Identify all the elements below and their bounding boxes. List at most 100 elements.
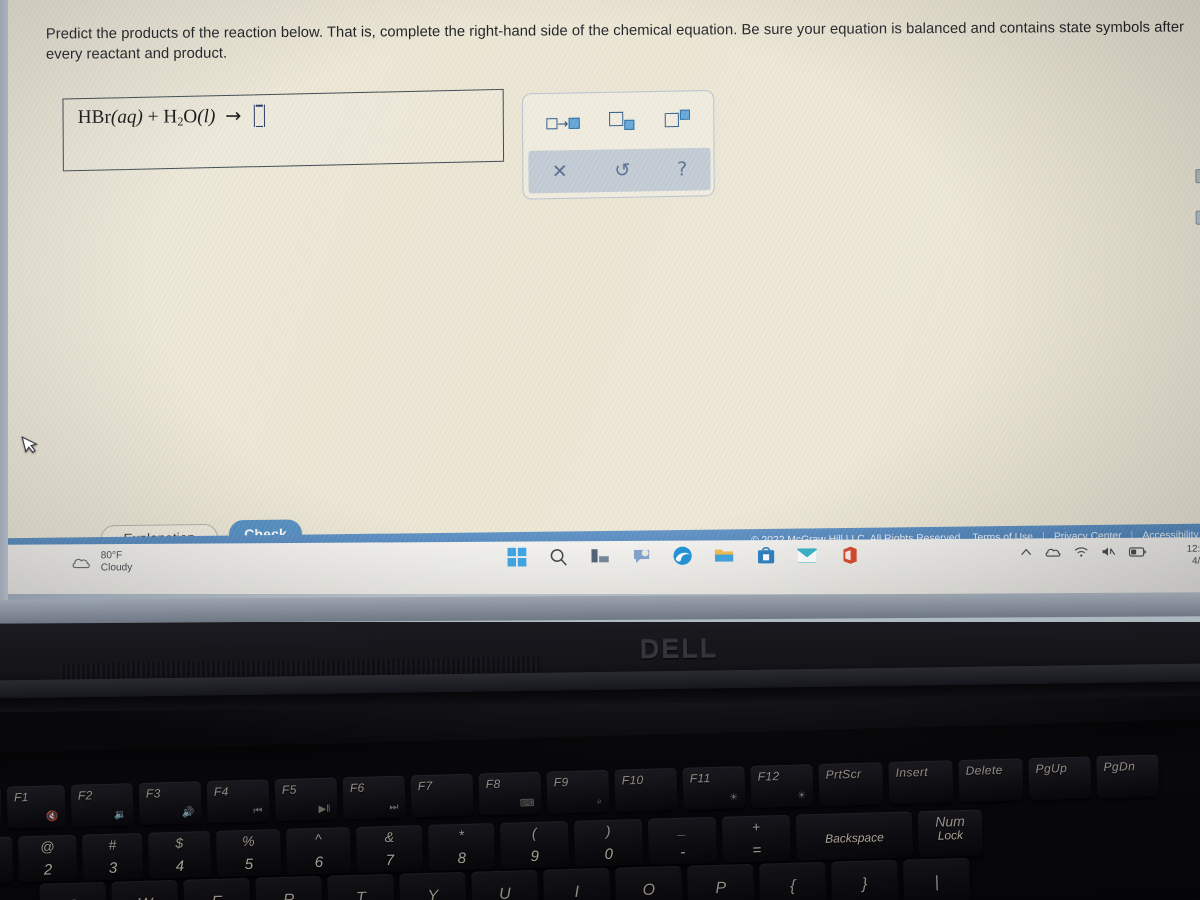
- key-primary-label: O: [642, 881, 656, 899]
- windows-taskbar[interactable]: 80°F Cloudy 12:44 4/12: [4, 537, 1200, 594]
- key-f12[interactable]: F12 ☀: [750, 764, 814, 808]
- key-5[interactable]: % 5: [215, 829, 282, 877]
- equation-answer-box[interactable]: HBr(aq) + H2O(l) →: [62, 88, 505, 172]
- key-=[interactable]: + =: [721, 814, 792, 863]
- key-i[interactable]: I: [543, 867, 611, 900]
- key-o[interactable]: O: [615, 865, 683, 900]
- key-y[interactable]: Y: [399, 871, 467, 900]
- key-primary-label: 8: [457, 849, 467, 868]
- key-e[interactable]: E: [183, 877, 251, 900]
- search-icon[interactable]: [547, 545, 569, 567]
- key-f8[interactable]: F8 ⌨: [478, 771, 542, 816]
- key-f5[interactable]: F5 ▶‖: [274, 777, 338, 822]
- key-f7[interactable]: F7: [410, 773, 474, 818]
- bezel-bottom-edge: [0, 592, 1200, 624]
- key-f9[interactable]: F9 ⌕: [546, 769, 610, 814]
- key-2[interactable]: @2: [18, 834, 78, 883]
- key-label: F12: [757, 769, 780, 784]
- key-t[interactable]: T: [327, 873, 395, 900]
- key-f2[interactable]: F2 🔉: [70, 783, 134, 827]
- clear-button[interactable]: ✕: [552, 160, 568, 183]
- key-7[interactable]: & 7: [355, 825, 424, 873]
- floating-overlay-icon-bottom[interactable]: [1195, 210, 1200, 225]
- key-shift-label: $: [175, 834, 184, 851]
- key-primary-label: E: [211, 894, 222, 900]
- weather-widget[interactable]: 80°F Cloudy: [71, 550, 132, 575]
- key-|[interactable]: |: [903, 857, 971, 900]
- key-1[interactable]: !1: [0, 836, 14, 884]
- key-{[interactable]: {: [759, 861, 827, 900]
- state-symbol-tool[interactable]: →: [546, 112, 580, 132]
- task-view-icon[interactable]: [588, 545, 610, 567]
- key-f4[interactable]: F4 ⏮: [206, 779, 270, 824]
- key-esc[interactable]: Esc: [0, 786, 2, 831]
- key-pgdn[interactable]: PgDn: [1096, 754, 1160, 799]
- screen-content: Predict the products of the reaction bel…: [4, 0, 1200, 594]
- key-shift-label: (: [531, 824, 537, 842]
- taskbar-app-icons[interactable]: [505, 544, 859, 568]
- key-label: F4: [213, 784, 229, 799]
- undo-button[interactable]: ↺: [614, 159, 630, 182]
- subscript-tool[interactable]: [609, 111, 635, 131]
- mail-icon[interactable]: [796, 544, 818, 566]
- taskbar-clock[interactable]: 12:44 4/12: [1187, 543, 1200, 567]
- key-f1[interactable]: F1 🔇: [6, 785, 66, 829]
- key-shift-label: %: [241, 832, 255, 850]
- key-f11[interactable]: F11 ☀: [682, 766, 746, 810]
- key-function-icon: ⏮: [253, 805, 263, 817]
- key-9[interactable]: (9: [499, 821, 570, 869]
- equation-tool-palette[interactable]: → ✕ ↺ ?: [521, 89, 715, 200]
- start-button[interactable]: [505, 546, 527, 568]
- key-pgup[interactable]: PgUp: [1028, 756, 1092, 801]
- weather-text: 80°F Cloudy: [101, 550, 133, 574]
- onedrive-icon[interactable]: [1045, 546, 1061, 560]
- key-q[interactable]: Q: [39, 881, 107, 900]
- key-delete[interactable]: Delete: [958, 758, 1024, 803]
- key-f3[interactable]: F3 🔊: [138, 781, 202, 825]
- key--[interactable]: _ -: [647, 816, 718, 865]
- key-0[interactable]: ) 0: [573, 818, 644, 867]
- key-lock[interactable]: Num Lock: [917, 809, 983, 858]
- key-u[interactable]: U: [471, 869, 539, 900]
- help-button[interactable]: ?: [677, 158, 687, 180]
- battery-icon[interactable]: [1128, 546, 1146, 559]
- volume-icon[interactable]: [1102, 546, 1116, 560]
- key-primary-label: Backspace: [824, 830, 884, 846]
- file-explorer-icon[interactable]: [713, 544, 735, 566]
- key-function-icon: 🔉: [113, 809, 127, 821]
- superscript-tool[interactable]: [664, 109, 691, 131]
- reactant-1: HBr: [77, 106, 111, 129]
- key-function-icon: ▶‖: [318, 803, 331, 815]
- key-label: Insert: [895, 764, 929, 780]
- key-backspace[interactable]: Backspace: [795, 811, 913, 861]
- key-label: PgUp: [1035, 761, 1068, 776]
- key-w[interactable]: W: [111, 879, 179, 900]
- key-shift-label: ): [605, 822, 611, 839]
- office-icon[interactable]: [837, 544, 859, 566]
- key-function-icon: 🔊: [181, 807, 195, 819]
- chat-icon[interactable]: [630, 545, 652, 567]
- answer-input-cursor[interactable]: [254, 104, 266, 128]
- edge-browser-icon[interactable]: [671, 545, 693, 567]
- key-}[interactable]: }: [831, 859, 899, 900]
- key-p[interactable]: P: [687, 863, 755, 900]
- key-insert[interactable]: Insert: [888, 760, 954, 805]
- show-hidden-icons[interactable]: [1021, 548, 1032, 560]
- key-3[interactable]: #3: [82, 832, 144, 881]
- floating-overlay-icon-top[interactable]: [1195, 169, 1200, 184]
- microsoft-store-icon[interactable]: [754, 544, 776, 566]
- key-f10[interactable]: F10: [614, 767, 678, 812]
- key-shift-label: #: [108, 836, 117, 853]
- network-icon[interactable]: [1074, 546, 1088, 560]
- key-8[interactable]: * 8: [427, 823, 496, 871]
- key-prtscr[interactable]: PrtScr: [818, 762, 884, 807]
- key-r[interactable]: R: [255, 875, 323, 900]
- key-function-icon: ⏭: [389, 801, 399, 814]
- key-4[interactable]: $4: [148, 831, 212, 879]
- key-6[interactable]: ^ 6: [285, 827, 352, 875]
- system-tray[interactable]: [1021, 546, 1147, 561]
- key-primary-label: 2: [43, 861, 53, 879]
- key-primary-label: Lock: [937, 828, 964, 843]
- key-primary-label: 9: [530, 847, 540, 866]
- key-f6[interactable]: F6 ⏭: [342, 775, 406, 820]
